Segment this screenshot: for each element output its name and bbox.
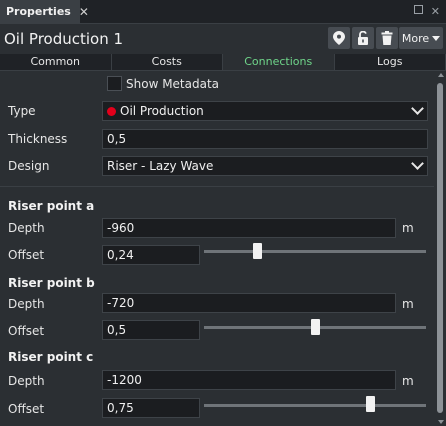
more-label: More [401,31,430,45]
close-icon[interactable]: ✕ [79,5,89,19]
panel-window-controls: ✕ [413,5,440,18]
riser-point-c-title: Riser point c [8,350,94,364]
riser-a-depth-label: Depth [8,221,45,235]
tab-common[interactable]: Common [0,54,112,70]
location-pin-icon [333,31,345,45]
header: Oil Production 1 More [0,24,446,54]
caret-down-icon [432,35,441,41]
design-value: Riser - Lazy Wave [107,159,214,173]
thickness-input[interactable] [102,129,428,149]
riser-c-depth-label: Depth [8,374,45,388]
delete-button[interactable] [376,27,398,49]
riser-a-depth-unit: m [402,221,414,235]
tab-connections[interactable]: Connections [223,54,335,70]
panel-tab-strip: Properties ✕ ✕ [0,0,446,24]
riser-c-depth-input[interactable] [102,370,396,390]
riser-c-depth-unit: m [402,374,414,388]
type-color-dot [107,107,116,116]
show-metadata-checkbox[interactable] [107,76,122,91]
tab-costs[interactable]: Costs [112,54,223,70]
scroll-down-icon[interactable] [438,420,444,424]
riser-point-b-title: Riser point b [8,276,95,290]
chevron-down-icon [411,102,424,115]
thickness-label: Thickness [8,132,68,146]
riser-c-offset-label: Offset [8,402,45,416]
show-metadata-label: Show Metadata [126,77,220,91]
riser-b-depth-label: Depth [8,297,45,311]
close-panel-icon[interactable]: ✕ [431,5,440,18]
location-pin-button[interactable] [328,27,350,49]
more-button[interactable]: More [399,27,443,49]
vertical-scrollbar[interactable] [436,71,444,426]
scrollbar-thumb[interactable] [437,83,443,413]
riser-a-offset-slider[interactable] [204,250,426,253]
type-select[interactable]: Oil Production [102,101,428,121]
riser-a-offset-slider-thumb[interactable] [252,243,262,259]
riser-b-offset-slider-thumb[interactable] [310,319,320,335]
type-value: Oil Production [120,104,204,118]
riser-b-offset-input[interactable] [102,320,200,340]
type-label: Type [8,104,36,118]
trash-icon [381,31,393,45]
tab-logs[interactable]: Logs [335,54,446,70]
riser-b-depth-input[interactable] [102,293,396,313]
design-label: Design [8,159,50,173]
riser-c-offset-slider[interactable] [204,404,426,407]
panel-tab-label: Properties [6,5,71,18]
page-title: Oil Production 1 [4,30,124,48]
riser-c-offset-slider-thumb[interactable] [366,396,375,412]
riser-point-a-title: Riser point a [8,199,95,213]
unlock-button[interactable] [352,27,374,49]
maximize-icon[interactable] [413,5,423,14]
scroll-up-icon[interactable] [438,73,444,77]
divider [0,186,434,187]
unlock-icon [358,31,368,45]
riser-c-offset-input[interactable] [102,398,200,418]
riser-a-depth-input[interactable] [102,218,396,238]
riser-b-depth-unit: m [402,297,414,311]
design-select[interactable]: Riser - Lazy Wave [102,156,428,176]
chevron-down-icon [411,157,424,170]
riser-a-offset-input[interactable] [102,245,200,265]
riser-b-offset-label: Offset [8,324,45,338]
riser-a-offset-label: Offset [8,248,45,262]
tab-bar: Common Costs Connections Logs [0,54,446,71]
properties-panel-tab[interactable]: Properties ✕ [0,0,89,23]
